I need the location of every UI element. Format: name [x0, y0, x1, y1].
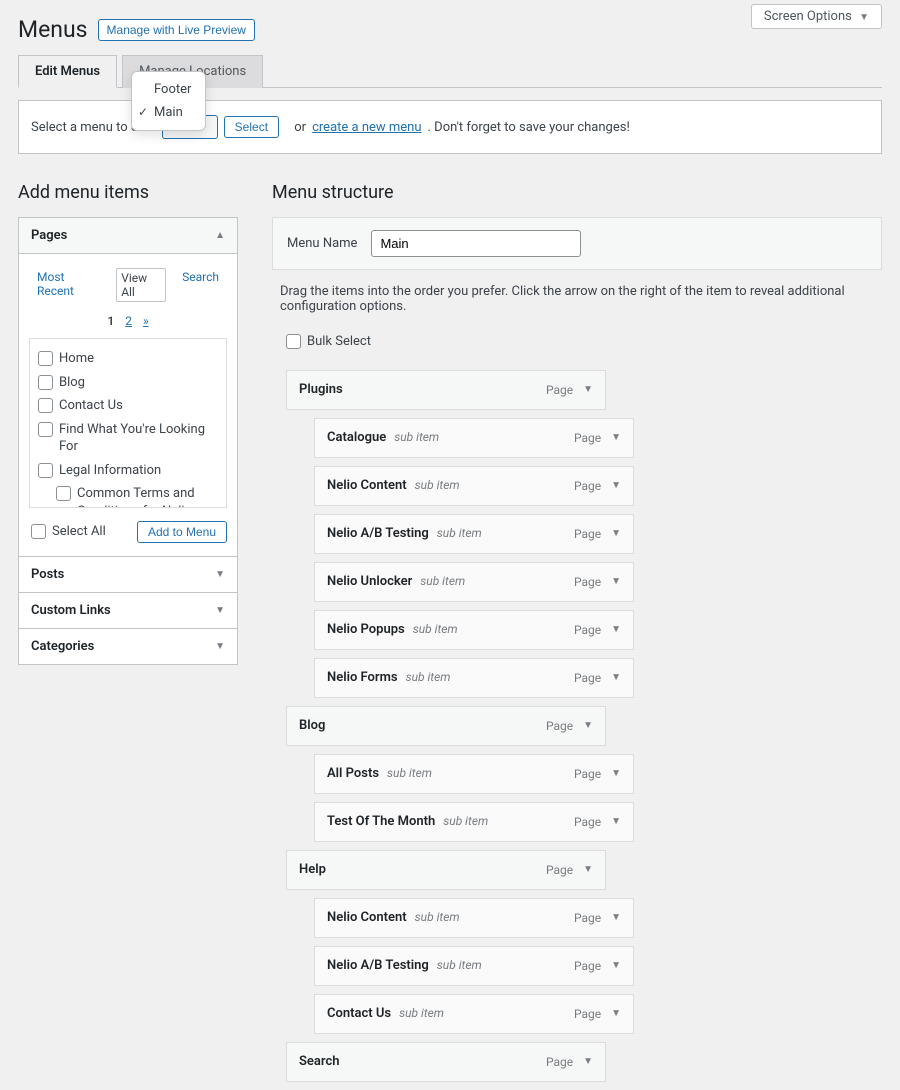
posts-metabox-title: Posts: [31, 567, 64, 582]
caret-down-icon: ▼: [215, 641, 225, 652]
menu-item-nelio-forms[interactable]: Nelio Formssub item Page▼: [314, 658, 634, 698]
subtab-view-all[interactable]: View All: [116, 268, 166, 302]
caret-down-icon: ▼: [859, 12, 869, 23]
menu-name-label: Menu Name: [287, 236, 357, 251]
categories-metabox: Categories ▼: [18, 628, 238, 665]
caret-down-icon[interactable]: ▼: [611, 912, 621, 923]
or-text: or: [294, 120, 306, 135]
caret-down-icon[interactable]: ▼: [583, 1056, 593, 1067]
caret-down-icon[interactable]: ▼: [611, 576, 621, 587]
checkbox-blog[interactable]: [38, 375, 53, 390]
checkbox-find[interactable]: [38, 422, 53, 437]
menu-item-nelio-content[interactable]: Nelio Contentsub item Page▼: [314, 466, 634, 506]
tab-edit-menus[interactable]: Edit Menus: [18, 55, 117, 88]
categories-metabox-toggle[interactable]: Categories ▼: [19, 629, 237, 664]
menu-name-row: Menu Name: [272, 217, 882, 270]
menu-item-help-nelio-ab[interactable]: Nelio A/B Testingsub item Page▼: [314, 946, 634, 986]
select-all[interactable]: Select All: [29, 520, 108, 544]
caret-down-icon[interactable]: ▼: [611, 768, 621, 779]
page-item-blog[interactable]: Blog: [36, 371, 220, 395]
page-item-find[interactable]: Find What You're Looking For: [36, 418, 220, 459]
menu-items-list: Plugins Page▼ Cataloguesub item Page▼ Ne…: [272, 370, 882, 1082]
caret-down-icon[interactable]: ▼: [583, 384, 593, 395]
checkbox-select-all[interactable]: [31, 524, 46, 539]
menu-item-help-nelio-content[interactable]: Nelio Contentsub item Page▼: [314, 898, 634, 938]
add-to-menu-button[interactable]: Add to Menu: [137, 521, 227, 543]
posts-metabox: Posts ▼: [18, 556, 238, 593]
menu-select-bar: Select a menu to edit: Select or create …: [18, 100, 882, 154]
select-button[interactable]: Select: [224, 116, 279, 138]
caret-up-icon: ▲: [215, 230, 225, 241]
menu-item-plugins[interactable]: Plugins Page▼: [286, 370, 606, 410]
menu-option-main-label: Main: [154, 105, 183, 120]
menu-item-help[interactable]: Help Page▼: [286, 850, 606, 890]
caret-down-icon[interactable]: ▼: [611, 816, 621, 827]
subtab-most-recent[interactable]: Most Recent: [33, 268, 104, 302]
menu-item-nelio-unlocker[interactable]: Nelio Unlockersub item Page▼: [314, 562, 634, 602]
pages-metabox: Pages ▲ Most Recent View All Search 1 2 …: [18, 217, 238, 557]
caret-down-icon[interactable]: ▼: [611, 960, 621, 971]
pager: 1 2 »: [29, 314, 227, 328]
menu-item-all-posts[interactable]: All Postssub item Page▼: [314, 754, 634, 794]
custom-links-metabox-toggle[interactable]: Custom Links ▼: [19, 593, 237, 628]
caret-down-icon[interactable]: ▼: [611, 1008, 621, 1019]
caret-down-icon: ▼: [215, 605, 225, 616]
caret-down-icon: ▼: [215, 569, 225, 580]
menu-name-input[interactable]: [371, 230, 581, 257]
manage-live-preview-button[interactable]: Manage with Live Preview: [98, 19, 255, 41]
menu-item-search[interactable]: Search Page▼: [286, 1042, 606, 1082]
custom-links-metabox-title: Custom Links: [31, 603, 111, 618]
check-icon: ✓: [138, 105, 148, 119]
page-title: Menus: [18, 16, 88, 43]
caret-down-icon[interactable]: ▼: [611, 624, 621, 635]
create-new-menu-link[interactable]: create a new menu: [312, 120, 421, 135]
menu-structure-heading: Menu structure: [272, 182, 882, 203]
custom-links-metabox: Custom Links ▼: [18, 592, 238, 629]
caret-down-icon[interactable]: ▼: [611, 672, 621, 683]
bulk-select[interactable]: Bulk Select: [284, 330, 882, 354]
caret-down-icon[interactable]: ▼: [611, 432, 621, 443]
page-item-contact[interactable]: Contact Us: [36, 394, 220, 418]
pager-page-1: 1: [107, 314, 114, 328]
screen-options-label: Screen Options: [764, 9, 852, 24]
menu-item-help-contact-us[interactable]: Contact Ussub item Page▼: [314, 994, 634, 1034]
caret-down-icon[interactable]: ▼: [583, 720, 593, 731]
menu-item-catalogue[interactable]: Cataloguesub item Page▼: [314, 418, 634, 458]
checkbox-terms[interactable]: [56, 486, 71, 501]
pages-list: Home Blog Contact Us Find What You're Lo…: [29, 338, 227, 508]
add-menu-items-heading: Add menu items: [18, 182, 238, 203]
checkbox-contact[interactable]: [38, 398, 53, 413]
menu-item-blog[interactable]: Blog Page▼: [286, 706, 606, 746]
menu-option-footer[interactable]: Footer: [132, 78, 205, 101]
caret-down-icon[interactable]: ▼: [583, 864, 593, 875]
pages-metabox-title: Pages: [31, 228, 67, 243]
checkbox-bulk-select[interactable]: [286, 334, 301, 349]
menu-option-main[interactable]: ✓ Main: [132, 101, 205, 124]
menu-dropdown-popover: Footer ✓ Main: [131, 71, 206, 131]
drag-instructions: Drag the items into the order you prefer…: [280, 284, 882, 314]
checkbox-home[interactable]: [38, 351, 53, 366]
categories-metabox-title: Categories: [31, 639, 94, 654]
screen-options-button[interactable]: Screen Options ▼: [751, 4, 882, 29]
pager-page-2[interactable]: 2: [125, 314, 132, 328]
menu-item-test-of-the-month[interactable]: Test Of The Monthsub item Page▼: [314, 802, 634, 842]
pager-next[interactable]: »: [143, 314, 149, 328]
save-reminder: . Don't forget to save your changes!: [428, 120, 630, 135]
pages-metabox-toggle[interactable]: Pages ▲: [19, 218, 237, 254]
posts-metabox-toggle[interactable]: Posts ▼: [19, 557, 237, 592]
subtab-search[interactable]: Search: [178, 268, 223, 302]
menu-option-footer-label: Footer: [154, 82, 191, 97]
page-item-terms[interactable]: Common Terms and Conditions for Nelio Se…: [36, 482, 220, 508]
menu-item-nelio-popups[interactable]: Nelio Popupssub item Page▼: [314, 610, 634, 650]
page-item-legal[interactable]: Legal Information: [36, 459, 220, 483]
page-item-home[interactable]: Home: [36, 347, 220, 371]
caret-down-icon[interactable]: ▼: [611, 528, 621, 539]
caret-down-icon[interactable]: ▼: [611, 480, 621, 491]
checkbox-legal[interactable]: [38, 463, 53, 478]
menu-item-nelio-ab-testing[interactable]: Nelio A/B Testingsub item Page▼: [314, 514, 634, 554]
